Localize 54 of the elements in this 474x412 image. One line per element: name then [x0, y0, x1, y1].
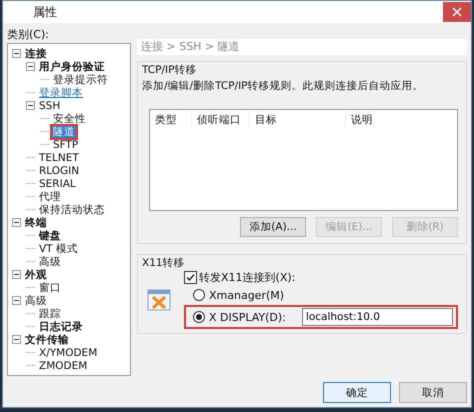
tree-item[interactable]: 窗口: [38, 282, 62, 294]
close-icon[interactable]: [443, 2, 471, 22]
tree-item[interactable]: 高级: [38, 256, 62, 268]
tree-item[interactable]: ZMODEM: [38, 360, 88, 372]
tree-item[interactable]: 登录提示符: [52, 74, 109, 86]
collapse-icon[interactable]: [12, 296, 21, 305]
tree-item[interactable]: SSH: [38, 100, 62, 112]
checkbox[interactable]: [184, 271, 197, 284]
tree-item[interactable]: 跟踪: [38, 308, 62, 320]
tree-item[interactable]: 代理: [38, 190, 62, 202]
radio-label: X DISPLAY(D):: [209, 310, 286, 324]
group-title: X11转移: [142, 257, 186, 270]
x-window-icon: [146, 286, 172, 312]
collapse-icon[interactable]: [26, 101, 35, 110]
tree-item[interactable]: 安全性: [52, 112, 87, 124]
column-header[interactable]: 目标: [250, 112, 346, 128]
description-text: 添加/编辑/删除TCP/IP转移规则。此规则连接后自动应用。: [142, 80, 425, 93]
tree-item[interactable]: 日志记录: [38, 320, 84, 332]
column-header[interactable]: 说明: [346, 112, 374, 128]
tree-item[interactable]: 文件传输: [24, 334, 70, 346]
collapse-icon[interactable]: [12, 335, 21, 344]
checkbox-label: 转发X11连接到(X):: [199, 270, 296, 285]
category-label: 类别(C):: [7, 27, 50, 43]
breadcrumb: 连接 > SSH > 隧道: [137, 39, 467, 55]
tree-item[interactable]: 隧道: [52, 126, 76, 138]
radio-button[interactable]: [193, 311, 205, 323]
tree-item[interactable]: SERIAL: [38, 178, 77, 190]
tree-item[interactable]: 外观: [24, 268, 48, 280]
column-header[interactable]: 侦听端口: [192, 112, 250, 128]
radio-button[interactable]: [193, 289, 205, 301]
tree-item[interactable]: 登录脚本: [38, 86, 84, 98]
dialog-button[interactable]: 取消: [399, 382, 467, 403]
tree-item[interactable]: RLOGIN: [38, 164, 80, 176]
collapse-icon[interactable]: [12, 49, 21, 58]
tree-item[interactable]: VT 模式: [38, 242, 79, 254]
tree-item[interactable]: 用户身份验证: [38, 60, 106, 72]
column-header[interactable]: 类型: [150, 112, 192, 128]
window-title: 属性: [33, 4, 57, 20]
tree-item[interactable]: TELNET: [38, 152, 80, 164]
tree-item[interactable]: 终端: [24, 216, 48, 228]
collapse-icon[interactable]: [12, 270, 21, 279]
action-button[interactable]: 添加(A)...: [240, 217, 306, 237]
collapse-icon[interactable]: [12, 218, 21, 227]
display-field[interactable]: localhost:10.0: [302, 308, 453, 326]
group-title: TCP/IP转移: [142, 64, 198, 77]
collapse-icon[interactable]: [26, 62, 35, 71]
tree-item[interactable]: 高级: [24, 294, 48, 306]
radio-label: Xmanager(M): [209, 288, 284, 302]
tree-item[interactable]: 键盘: [38, 230, 62, 242]
dialog-button[interactable]: 确定: [323, 382, 391, 403]
tree-item[interactable]: 连接: [24, 48, 48, 60]
tree-item[interactable]: X/YMODEM: [38, 346, 98, 358]
tree-item[interactable]: SFTP: [52, 138, 80, 150]
tree-item[interactable]: 保持活动状态: [38, 204, 106, 216]
